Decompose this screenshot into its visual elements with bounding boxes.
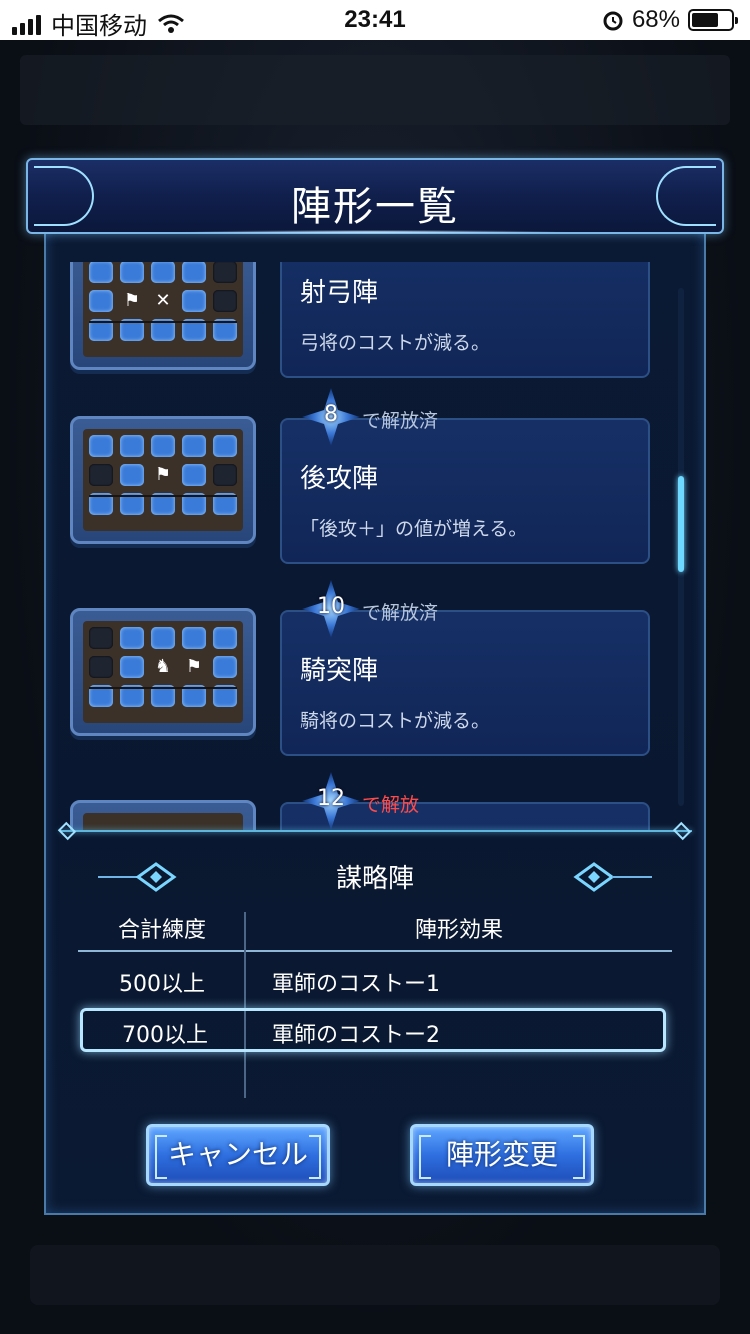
level-badge: 10 — [302, 580, 360, 638]
level-badge: 12 — [302, 772, 360, 830]
formation-grid-icon: ⚑ ✕ — [70, 262, 256, 370]
status-right: 68% — [602, 6, 738, 34]
badge-number: 8 — [324, 402, 338, 427]
formation-grid-icon — [70, 800, 256, 832]
flag-icon: ⚑ — [185, 656, 203, 677]
formation-list[interactable]: ⚑ ✕ 射弓陣 弓将のコストが減る。 ⚑ 後攻陣 「後攻＋」の値が増える。 8 … — [44, 262, 706, 832]
formation-item[interactable]: 12 で解放 — [44, 772, 706, 832]
column-header-total: 合計練度 — [117, 918, 206, 943]
table-row: 500以上 軍師のコストー1 — [80, 960, 666, 1004]
formation-effect: 「後攻＋」の値が増える。 — [300, 518, 528, 540]
formation-grid-icon: ⚑ — [70, 416, 256, 544]
flag-icon: ⚑ — [154, 464, 172, 485]
background-footer-bar — [30, 1245, 720, 1305]
column-header-effect: 陣形効果 — [414, 918, 503, 943]
list-scrollbar[interactable] — [678, 288, 684, 806]
dialog-title-bar: 陣形一覧 — [26, 158, 724, 234]
formation-effect: 騎将のコストが減る。 — [300, 710, 491, 732]
battery-percent: 68% — [631, 6, 680, 33]
section-divider — [60, 830, 692, 832]
formation-card[interactable]: 射弓陣 弓将のコストが減る。 — [280, 262, 650, 378]
unlock-status: で解放済 — [362, 602, 439, 624]
background-header-bar — [20, 55, 730, 125]
scrollbar-thumb[interactable] — [678, 476, 684, 572]
formation-name: 射弓陣 — [300, 278, 379, 308]
flag-icon: ⚑ — [123, 290, 141, 311]
ornament-right-icon — [573, 862, 652, 892]
formation-effect: 弓将のコストが減る。 — [300, 332, 491, 354]
status-bar: 中国移动 23:41 68% — [0, 0, 750, 40]
badge-number: 10 — [317, 594, 345, 619]
bow-icon: ✕ — [155, 290, 171, 311]
table-header-divider — [78, 950, 672, 952]
battery-icon — [688, 9, 738, 31]
formation-name: 後攻陣 — [300, 464, 379, 494]
change-formation-button[interactable]: 陣形変更 — [410, 1124, 594, 1186]
cell-effect: 軍師のコストー2 — [272, 1023, 440, 1048]
alarm-icon — [603, 11, 623, 31]
unlock-status: で解放済 — [362, 410, 439, 432]
formation-name: 騎突陣 — [300, 656, 379, 686]
table-row-current: 700以上 軍師のコストー2 — [80, 1008, 666, 1052]
badge-number: 12 — [317, 786, 345, 811]
unlock-status: で解放 — [362, 794, 420, 816]
table-column-divider — [244, 912, 246, 1098]
formation-grid-icon: ♞ ⚑ — [70, 608, 256, 736]
dialog-title: 陣形一覧 — [291, 184, 459, 230]
formation-item[interactable]: ⚑ ✕ 射弓陣 弓将のコストが減る。 — [44, 262, 706, 382]
level-badge: 8 — [302, 388, 360, 446]
cell-total: 500以上 — [119, 972, 205, 997]
formation-item[interactable]: ⚑ 後攻陣 「後攻＋」の値が増える。 8 で解放済 — [44, 388, 706, 564]
battery-fill — [692, 13, 718, 27]
cell-effect: 軍師のコストー1 — [272, 972, 440, 997]
cell-total: 700以上 — [122, 1023, 208, 1048]
horse-icon: ♞ — [154, 656, 172, 677]
cancel-button[interactable]: キャンセル — [146, 1124, 330, 1186]
formation-item[interactable]: ♞ ⚑ 騎突陣 騎将のコストが減る。 10 で解放済 — [44, 580, 706, 756]
